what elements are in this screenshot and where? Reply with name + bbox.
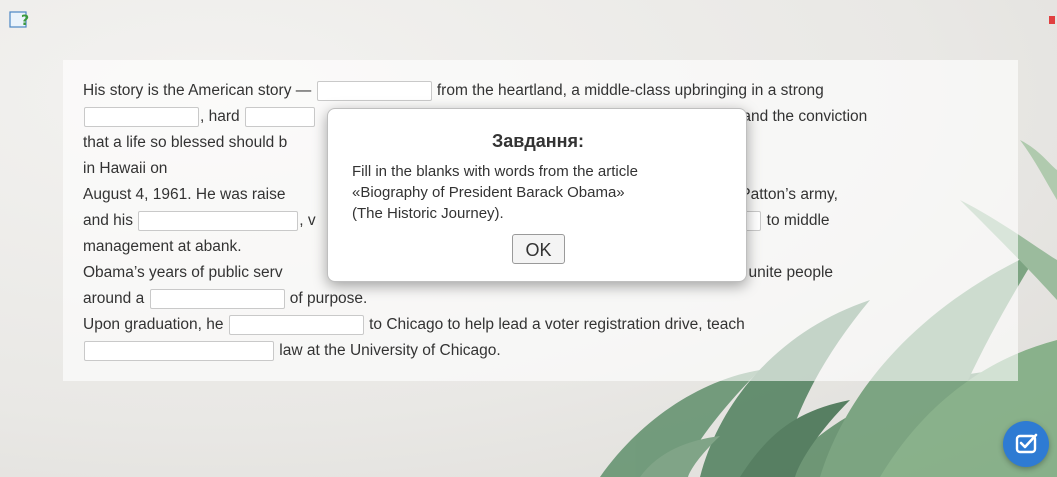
blank-input[interactable] — [84, 340, 274, 361]
exercise-text-segment: Obama’s years of public serv — [83, 264, 283, 281]
exercise-text-segment: , v — [299, 212, 316, 229]
dialog-body-line: «Biography of President Barack Obama» — [352, 184, 625, 201]
dialog-title: Завдання: — [491, 131, 585, 151]
dialog-body: Fill in the blanks with words from the a… — [352, 161, 732, 224]
exercise-text-segment: August 4, 1961. He was raise — [83, 186, 286, 203]
exercise-line: His story is the American story — from t… — [83, 78, 1008, 104]
exercise-text-segment: of purpose. — [285, 290, 368, 307]
help-question-icon[interactable]: ? — [9, 10, 31, 30]
check-answers-button[interactable] — [1003, 421, 1049, 467]
exercise-text-segment: and his — [83, 212, 138, 229]
check-submit-icon — [1015, 433, 1038, 454]
blank-input[interactable] — [149, 288, 285, 309]
edge-marker — [1049, 16, 1055, 24]
task-dialog: Завдання: Fill in the blanks with words … — [327, 108, 747, 282]
dialog-body-line: (The Historic Journey). — [352, 205, 504, 222]
exercise-text-segment: from the heartland, a middle-class upbri… — [432, 82, 824, 99]
exercise-text-segment: Upon graduation, he — [83, 316, 228, 333]
blank-input[interactable] — [316, 80, 432, 101]
exercise-line: Upon graduation, he to Chicago to help l… — [83, 312, 1008, 338]
svg-text:?: ? — [21, 13, 29, 29]
exercise-text-segment: in Hawaii on — [83, 160, 168, 177]
exercise-text-segment: around a — [83, 290, 149, 307]
exercise-text-segment: , hard — [200, 108, 244, 125]
exercise-text-segment: to Chicago to help lead a voter registra… — [364, 316, 745, 333]
exercise-line: around a of purpose. — [83, 286, 1008, 312]
exercise-text-segment: that a life so blessed should b — [83, 134, 288, 151]
blank-input[interactable] — [84, 106, 199, 127]
blank-input[interactable] — [244, 106, 315, 127]
ok-button[interactable]: OK — [512, 234, 565, 264]
dialog-body-line: Fill in the blanks with words from the a… — [352, 163, 638, 180]
exercise-text-segment: to middle — [762, 212, 830, 229]
blank-input[interactable] — [138, 210, 299, 231]
blank-input[interactable] — [228, 314, 364, 335]
exercise-text-segment: His story is the American story — — [83, 82, 316, 99]
exercise-text-segment: management at abank. — [83, 238, 242, 255]
exercise-line: law at the University of Chicago. — [83, 338, 1008, 364]
exercise-text-segment: law at the University of Chicago. — [275, 342, 501, 359]
